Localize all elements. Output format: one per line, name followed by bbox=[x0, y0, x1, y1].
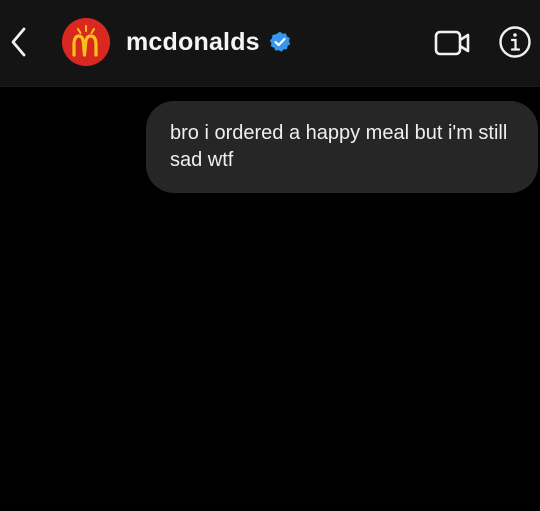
mcdonalds-logo-icon bbox=[62, 18, 110, 66]
video-camera-icon bbox=[434, 30, 470, 56]
chat-username[interactable]: mcdonalds bbox=[126, 27, 260, 57]
verified-badge-icon bbox=[269, 31, 291, 52]
chevron-left-icon bbox=[11, 27, 26, 57]
sent-message-bubble[interactable]: bro i ordered a happy meal but i'm still… bbox=[146, 101, 538, 193]
message-thread[interactable]: bro i ordered a happy meal but i'm still… bbox=[0, 87, 540, 511]
avatar[interactable] bbox=[62, 18, 110, 66]
back-button[interactable] bbox=[4, 22, 34, 62]
info-icon bbox=[499, 26, 531, 58]
video-call-button[interactable] bbox=[434, 27, 472, 59]
chat-header: mcdonalds bbox=[0, 0, 540, 87]
info-button[interactable] bbox=[498, 25, 532, 59]
message-text: bro i ordered a happy meal but i'm still… bbox=[170, 122, 508, 171]
